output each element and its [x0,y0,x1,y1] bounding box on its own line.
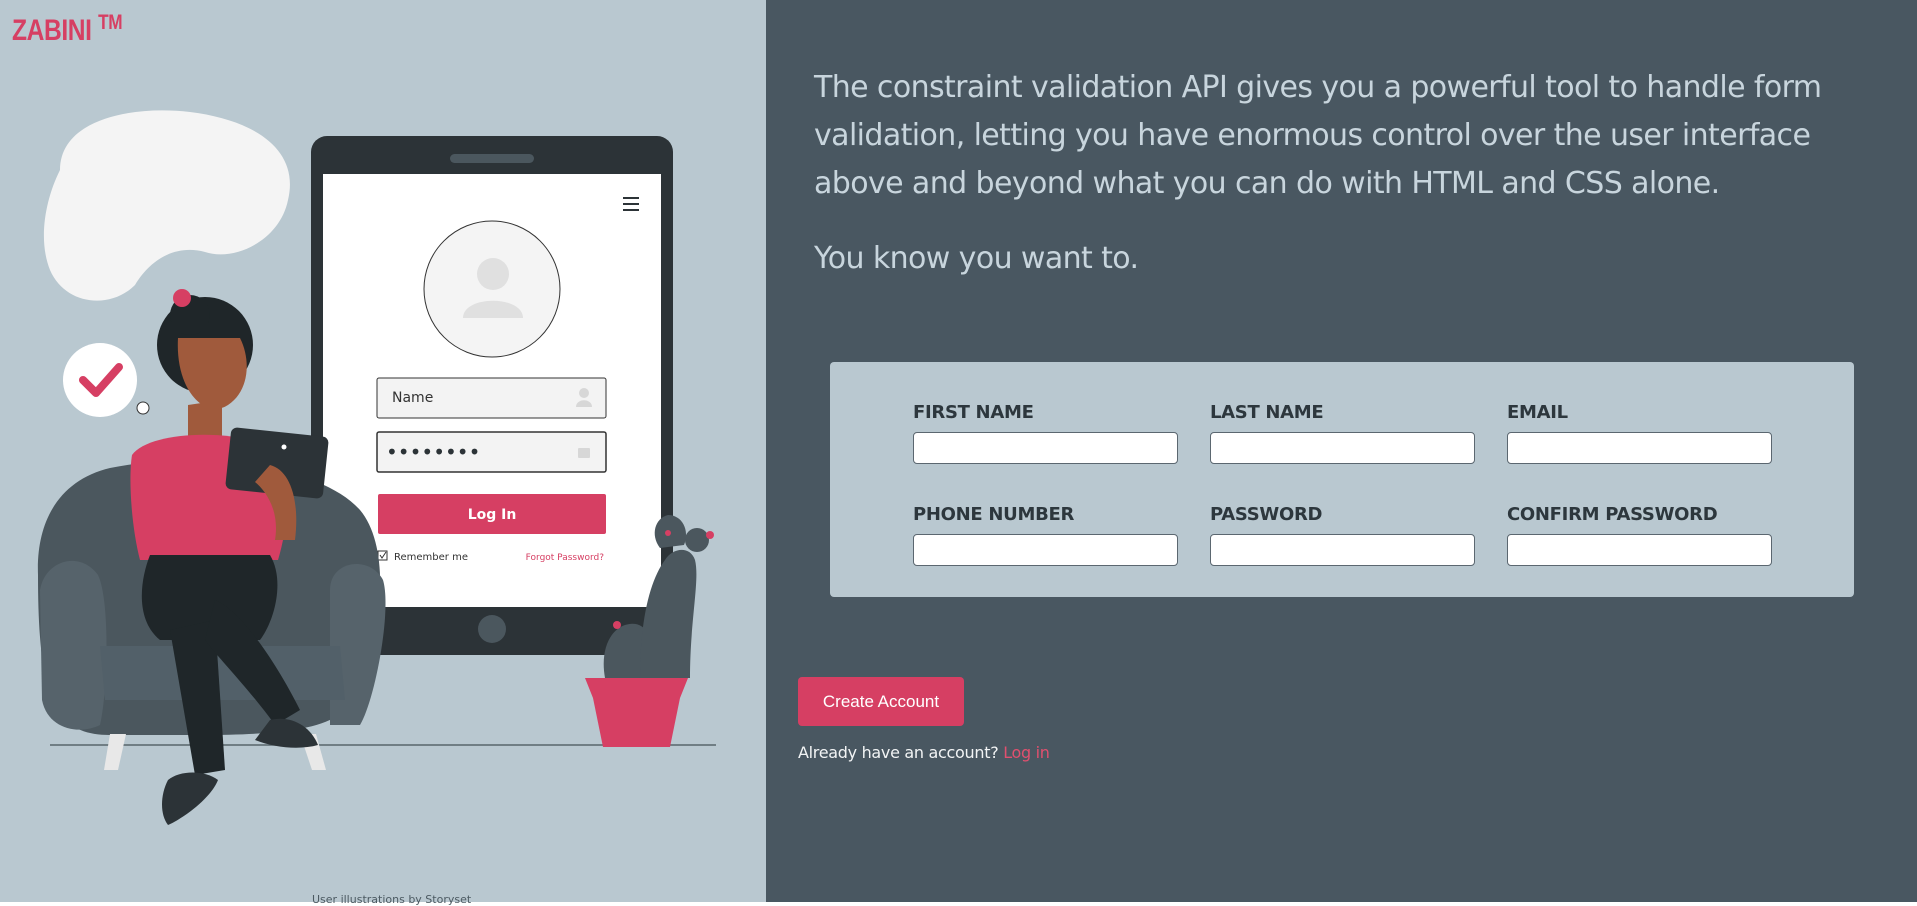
last-name-group: LAST NAME [1210,402,1475,464]
illustration-remember-text: Remember me [394,552,468,563]
illustration-password-text: •••••••• [386,440,480,464]
email-label: EMAIL [1507,402,1568,423]
login-prompt: Already have an account? Log in [798,743,1050,762]
intro-text: The constraint validation API gives you … [814,64,1894,283]
brand-trademark: TM [98,11,123,34]
illustration-panel: Name •••••••• Log In Remember me Forgot … [0,0,766,902]
have-account-text: Already have an account? [798,743,999,762]
phone-label: PHONE NUMBER [913,504,1075,525]
signup-form: FIRST NAME LAST NAME EMAIL PHONE NUMBER … [830,362,1854,597]
create-account-button[interactable]: Create Account [798,677,964,726]
confirm-password-label: CONFIRM PASSWORD [1507,504,1718,525]
first-name-input[interactable] [913,432,1178,464]
illustration-credit: User illustrations by Storyset [312,893,472,906]
first-name-label: FIRST NAME [913,402,1034,423]
brand-logo[interactable]: ZABINI TM [12,11,123,48]
brand-name: ZABINI [12,14,92,47]
storyset-login-illustration: Name •••••••• Log In Remember me Forgot … [37,110,716,825]
password-group: PASSWORD [1210,504,1475,566]
intro-paragraph: The constraint validation API gives you … [814,70,1822,201]
log-in-link[interactable]: Log in [1003,743,1050,762]
illustration-forgot-text: Forgot Password? [526,553,605,563]
password-input[interactable] [1210,534,1475,566]
password-label: PASSWORD [1210,504,1323,525]
first-name-group: FIRST NAME [913,402,1178,464]
confirm-password-group: CONFIRM PASSWORD [1507,504,1772,566]
intro-tagline: You know you want to. [814,241,1139,276]
email-group: EMAIL [1507,402,1772,464]
illustration-login-text: Log In [468,507,517,523]
phone-input[interactable] [913,534,1178,566]
illustration-name-text: Name [392,390,433,406]
last-name-label: LAST NAME [1210,402,1324,423]
email-input[interactable] [1507,432,1772,464]
phone-group: PHONE NUMBER [913,504,1178,566]
confirm-password-input[interactable] [1507,534,1772,566]
last-name-input[interactable] [1210,432,1475,464]
